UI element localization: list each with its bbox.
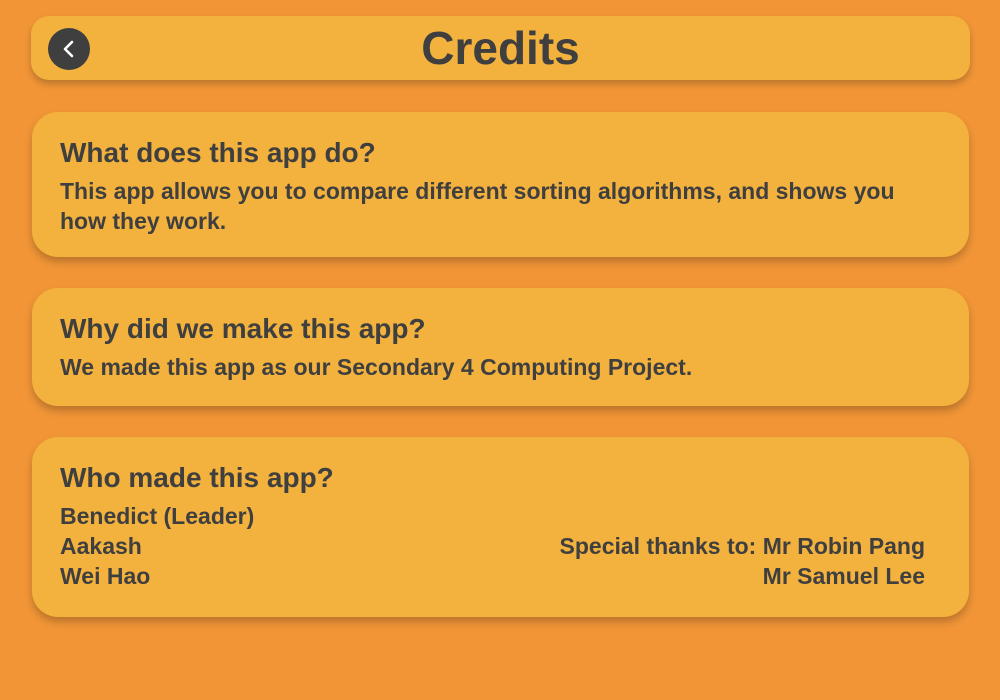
why-heading: Why did we make this app? [60, 313, 426, 344]
about-heading: What does this app do? [60, 137, 376, 168]
about-card: What does this app do? This app allows y… [32, 112, 969, 257]
who-card: Who made this app? Benedict (Leader) Aak… [32, 437, 969, 617]
header-bar: Credits [31, 16, 970, 80]
maker-name: Wei Hao [60, 563, 151, 589]
page-title: Credits [421, 22, 580, 74]
special-thanks-line: Special thanks to: Mr Robin Pang [559, 533, 925, 559]
maker-name: Aakash [60, 533, 142, 559]
who-heading: Who made this app? [60, 462, 334, 493]
why-body: We made this app as our Secondary 4 Comp… [60, 354, 693, 380]
special-thanks-line: Mr Samuel Lee [762, 563, 925, 589]
why-card: Why did we make this app? We made this a… [32, 288, 969, 406]
special-thanks: Special thanks to: Mr Robin Pang Mr Samu… [560, 501, 925, 591]
about-body: This app allows you to compare different… [60, 178, 895, 234]
makers-list: Benedict (Leader) Aakash Wei Hao [60, 501, 254, 591]
maker-name: Benedict (Leader) [60, 503, 255, 529]
credits-row: Benedict (Leader) Aakash Wei Hao Special… [60, 501, 941, 591]
